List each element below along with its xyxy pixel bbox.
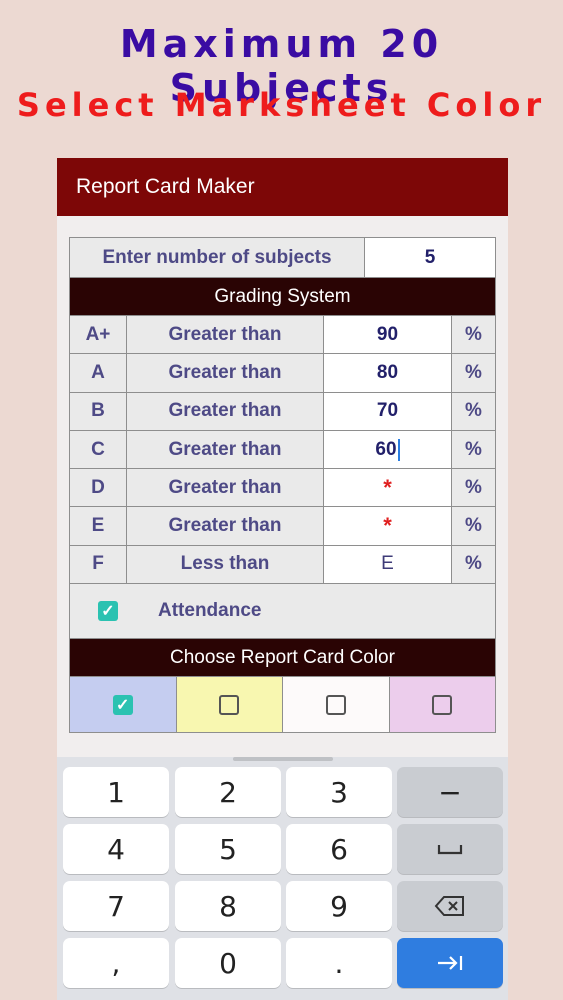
color-swatch[interactable]: [176, 677, 283, 733]
subjects-row: Enter number of subjects 5: [70, 238, 495, 278]
attendance-label: Attendance: [158, 600, 262, 622]
percent-unit: %: [452, 545, 495, 584]
percent-unit: %: [452, 507, 495, 545]
space-icon: [437, 845, 463, 855]
grade-condition: Greater than: [127, 469, 324, 507]
unchecked-checkbox-icon[interactable]: [432, 694, 453, 715]
grade-threshold-input[interactable]: 60: [324, 430, 452, 469]
grade-condition: Greater than: [127, 354, 324, 392]
key-3[interactable]: 3: [286, 767, 392, 817]
grade-letter: A+: [70, 316, 127, 354]
grade-letter: D: [70, 469, 127, 507]
grade-threshold-input[interactable]: 70: [324, 392, 452, 430]
grade-condition: Greater than: [127, 507, 324, 545]
app-bar: Report Card Maker: [57, 158, 508, 216]
percent-unit: %: [452, 430, 495, 469]
report-form: Enter number of subjects 5 Grading Syste…: [69, 237, 496, 734]
key-2[interactable]: 2: [175, 767, 281, 817]
grade-condition: Less than: [127, 545, 324, 584]
key-period[interactable]: .: [286, 938, 392, 988]
grade-row: D Greater than *%: [70, 469, 495, 508]
key-9[interactable]: 9: [286, 881, 392, 931]
key-backspace[interactable]: [397, 881, 503, 931]
grade-threshold-input[interactable]: 80: [324, 354, 452, 392]
color-options: ✓: [70, 677, 495, 734]
unchecked-checkbox-icon[interactable]: [219, 694, 240, 715]
grading-table: A+ Greater than 90% A Greater than 80% B Greate…: [70, 316, 495, 585]
key-minus[interactable]: −: [397, 767, 503, 817]
grade-letter: E: [70, 507, 127, 545]
choose-color-header: Choose Report Card Color: [70, 639, 495, 678]
grade-threshold-input[interactable]: *: [324, 469, 452, 507]
grade-letter: F: [70, 545, 127, 584]
key-next[interactable]: [397, 938, 503, 988]
grade-letter: C: [70, 430, 127, 469]
grade-row: B Greater than 70%: [70, 392, 495, 431]
percent-unit: %: [452, 392, 495, 430]
grade-letter: A: [70, 354, 127, 392]
subjects-input[interactable]: 5: [365, 238, 495, 277]
percent-unit: %: [452, 316, 495, 354]
key-1[interactable]: 1: [63, 767, 169, 817]
key-4[interactable]: 4: [63, 824, 169, 874]
attendance-checkbox[interactable]: ✓: [98, 601, 118, 622]
key-6[interactable]: 6: [286, 824, 392, 874]
keyboard-handle[interactable]: [233, 757, 333, 761]
grading-system-header: Grading System: [70, 278, 495, 316]
phone-screen: Report Card Maker Enter number of subjec…: [57, 158, 508, 1000]
color-swatch[interactable]: [389, 677, 495, 733]
grade-row: F Less than E%: [70, 545, 495, 585]
numeric-keyboard: 1 2 3− 4 5 6 7 8 9, 0.: [57, 757, 508, 1000]
grade-row: C Greater than 60%: [70, 430, 495, 470]
key-comma[interactable]: ,: [63, 938, 169, 988]
grade-threshold-input[interactable]: 90: [324, 316, 452, 354]
grade-condition: Greater than: [127, 392, 324, 430]
key-5[interactable]: 5: [175, 824, 281, 874]
grade-condition: Greater than: [127, 316, 324, 354]
next-field-icon: [438, 956, 463, 970]
unchecked-checkbox-icon[interactable]: [325, 694, 346, 715]
key-8[interactable]: 8: [175, 881, 281, 931]
text-cursor: [397, 438, 400, 461]
color-swatch[interactable]: [283, 677, 390, 733]
key-space[interactable]: [397, 824, 503, 874]
subjects-label: Enter number of subjects: [70, 238, 365, 277]
backspace-icon: [434, 896, 464, 916]
grade-condition: Greater than: [127, 430, 324, 469]
attendance-row[interactable]: ✓ Attendance: [70, 584, 495, 640]
app-title: Report Card Maker: [76, 175, 255, 198]
percent-unit: %: [452, 354, 495, 392]
grade-threshold-input[interactable]: E: [324, 545, 452, 584]
grade-threshold-input[interactable]: *: [324, 507, 452, 545]
headline-select-color: Select Marksheet Color: [16, 86, 547, 124]
percent-unit: %: [452, 469, 495, 507]
checked-checkbox-icon[interactable]: ✓: [112, 694, 133, 715]
color-swatch[interactable]: ✓: [70, 677, 177, 733]
grade-letter: B: [70, 392, 127, 430]
grade-row: A+ Greater than 90%: [70, 316, 495, 355]
key-0[interactable]: 0: [175, 938, 281, 988]
grade-row: A Greater than 80%: [70, 354, 495, 393]
grade-row: E Greater than *%: [70, 507, 495, 546]
key-7[interactable]: 7: [63, 881, 169, 931]
